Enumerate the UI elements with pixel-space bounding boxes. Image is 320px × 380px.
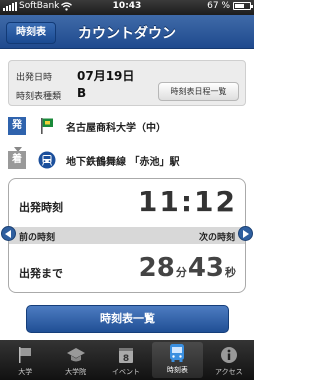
until-departure-label: 出発まで [19,267,63,280]
bus-icon [167,343,187,363]
previous-time-link[interactable]: 前の時刻 [19,230,55,243]
schedule-list-button[interactable]: 時刻表日程一覧 [158,82,239,101]
countdown-seconds: 43 [187,253,224,283]
flag-icon [15,345,35,365]
tab-label: イベント [112,368,141,376]
calendar-icon: 8 [116,345,136,365]
battery-percent: 67 % [207,1,230,11]
departure-time: 11:12 [137,185,237,218]
graduation-cap-icon [66,345,86,365]
route-destination: 着 地下鉄鶴舞線 「赤池」駅 [8,150,246,170]
destination-badge: 着 [8,151,26,169]
date-label: 出発日時 [16,73,53,83]
tab-graduate-school[interactable]: 大学院 [50,340,100,380]
countdown-timer: 28 分 43 秒 [139,253,237,283]
seconds-unit: 秒 [225,266,236,279]
type-label: 時刻表種類 [16,92,62,102]
tab-label: 大学 [18,368,33,376]
tab-label: 時刻表 [166,366,188,374]
origin-badge: 発 [8,117,26,135]
tab-access[interactable]: アクセス [204,340,254,380]
next-time-link[interactable]: 次の時刻 [199,230,235,243]
route-origin: 発 名古屋商科大学（中） [8,116,246,136]
svg-text:8: 8 [123,354,129,364]
countdown-minutes: 28 [138,253,175,283]
flag-icon [38,117,56,135]
type-value: B [77,86,87,100]
countdown-card: 出発時刻 11:12 前の時刻 次の時刻 出発まで 28 分 43 秒 [8,178,246,293]
destination-name: 地下鉄鶴舞線 「赤池」駅 [66,156,180,168]
timetable-list-button[interactable]: 時刻表一覧 [26,305,229,333]
battery-info: 67 % [207,1,253,11]
tab-label: 大学院 [65,368,87,376]
battery-icon [233,2,253,10]
subway-icon [38,151,56,169]
page-title: カウントダウン [78,26,176,42]
previous-arrow-icon[interactable] [1,226,16,241]
departure-label: 出発時刻 [19,201,63,214]
navigation-bar: 時刻表 カウントダウン [0,15,254,49]
next-arrow-icon[interactable] [238,226,253,241]
tab-university[interactable]: 大学 [0,340,50,380]
date-value: 07月19日 [77,69,135,83]
origin-name: 名古屋商科大学（中） [66,122,166,134]
departure-info-panel: 出発日時 07月19日 時刻表種類 B 時刻表日程一覧 [8,60,246,106]
tab-timetable[interactable]: 時刻表 [152,342,203,378]
tab-label: アクセス [215,368,243,376]
status-bar: SoftBank 10:43 67 % [0,0,254,15]
minutes-unit: 分 [175,266,187,279]
tab-events[interactable]: 8 イベント [101,340,151,380]
info-icon [219,345,239,365]
tab-bar: 大学 大学院 8 イベント 時刻表 アクセス [0,340,254,380]
